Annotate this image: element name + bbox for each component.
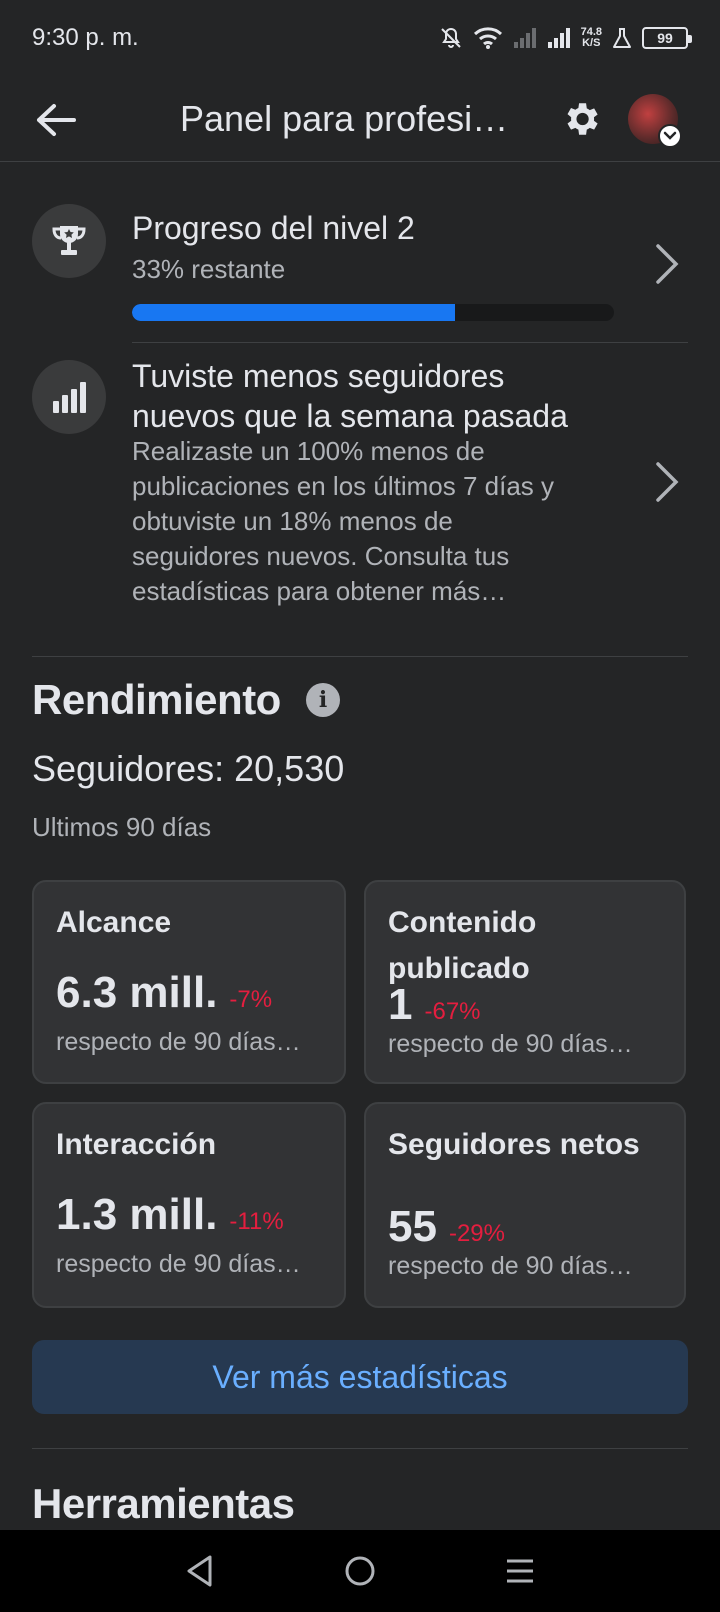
metric-change: -11%	[229, 1208, 284, 1235]
battery-icon: 99	[642, 27, 692, 49]
metric-value-line: 55 -29%	[388, 1202, 505, 1252]
level-subtitle: 33% restante	[132, 254, 286, 284]
status-bar: 9:30 p. m. 74.8 K/S 99	[0, 0, 720, 76]
period-label: Ultimos 90 días	[32, 812, 212, 842]
metric-card-reach[interactable]: Alcance 6.3 mill. -7% respecto de 90 día…	[32, 880, 346, 1084]
metric-note: respecto de 90 días…	[56, 1250, 301, 1278]
metric-card-engagement[interactable]: Interacción 1.3 mill. -11% respecto de 9…	[32, 1102, 346, 1308]
status-icons: 74.8 K/S 99	[439, 26, 692, 50]
nav-back-button[interactable]	[170, 1541, 230, 1601]
settings-button[interactable]	[558, 96, 604, 142]
metric-label: Contenido publicado	[388, 906, 537, 985]
metric-value: 1	[388, 980, 413, 1029]
metric-label: Interacción	[56, 1128, 217, 1161]
more-stats-button[interactable]: Ver más estadísticas	[32, 1340, 688, 1414]
insight-title: Tuviste menos seguidores nuevos que la s…	[132, 358, 568, 434]
level-progress-bar	[132, 304, 614, 321]
metric-value: 6.3 mill.	[56, 968, 218, 1017]
row-divider	[132, 342, 688, 343]
wifi-icon	[473, 26, 503, 50]
nav-home-button[interactable]	[330, 1541, 390, 1601]
info-icon[interactable]: i	[306, 683, 340, 717]
section-divider	[32, 1448, 688, 1449]
net-speed: 74.8 K/S	[581, 27, 602, 49]
gear-icon	[567, 103, 598, 135]
chevron-down-icon	[658, 124, 682, 148]
nav-home-icon	[345, 1556, 375, 1586]
back-arrow-icon	[37, 104, 76, 136]
level-progress-fill	[132, 304, 455, 321]
followers-count: Seguidores: 20,530	[32, 748, 345, 789]
net-speed-unit: K/S	[582, 37, 601, 49]
section-divider	[32, 656, 688, 657]
level-progress-row[interactable]: Progreso del nivel 2 33% restante	[32, 204, 688, 343]
battery-level: 99	[657, 30, 673, 46]
signal-weak-icon	[513, 27, 537, 49]
section-title-performance: Rendimiento	[32, 676, 281, 723]
back-button[interactable]	[30, 94, 82, 146]
metric-value-line: 1 -67%	[388, 980, 481, 1030]
metric-change: -7%	[229, 986, 273, 1013]
nav-back-icon	[187, 1555, 212, 1587]
metric-note: respecto de 90 días…	[388, 1030, 633, 1058]
metric-card-content[interactable]: Contenido publicado 1 -67% respecto de 9…	[364, 880, 686, 1084]
bell-off-icon	[439, 26, 463, 50]
insight-row[interactable]: Tuviste menos seguidores nuevos que la s…	[32, 358, 688, 620]
metric-value: 55	[388, 1202, 437, 1251]
metric-card-net-followers[interactable]: Seguidores netos 55 -29% respecto de 90 …	[364, 1102, 686, 1308]
bar-chart-icon	[32, 360, 106, 434]
system-nav-bar	[0, 1530, 720, 1612]
flask-icon	[612, 27, 632, 49]
page-title: Panel para profesi…	[180, 98, 509, 139]
chevron-right-icon	[656, 462, 679, 502]
metric-value-line: 6.3 mill. -7%	[56, 968, 272, 1018]
chevron-right-icon	[656, 244, 679, 284]
nav-menu-icon	[507, 1559, 533, 1583]
avatar[interactable]	[628, 94, 682, 148]
metric-change: -67%	[424, 998, 481, 1025]
insight-body: Realizaste un 100% menos de publicacione…	[132, 436, 555, 606]
metric-change: -29%	[448, 1220, 505, 1247]
status-time: 9:30 p. m.	[32, 24, 139, 51]
metric-note: respecto de 90 días…	[388, 1252, 633, 1280]
metric-value: 1.3 mill.	[56, 1190, 218, 1239]
signal-strong-icon	[547, 27, 571, 49]
metric-label: Seguidores netos	[388, 1128, 640, 1161]
metric-note: respecto de 90 días…	[56, 1028, 301, 1056]
app-bar: Panel para profesi…	[0, 76, 720, 162]
level-title: Progreso del nivel 2	[132, 210, 415, 246]
trophy-icon	[32, 204, 106, 278]
metric-value-line: 1.3 mill. -11%	[56, 1190, 284, 1240]
section-title-tools: Herramientas	[32, 1480, 295, 1527]
nav-menu-button[interactable]	[490, 1541, 550, 1601]
metric-label: Alcance	[56, 906, 172, 939]
